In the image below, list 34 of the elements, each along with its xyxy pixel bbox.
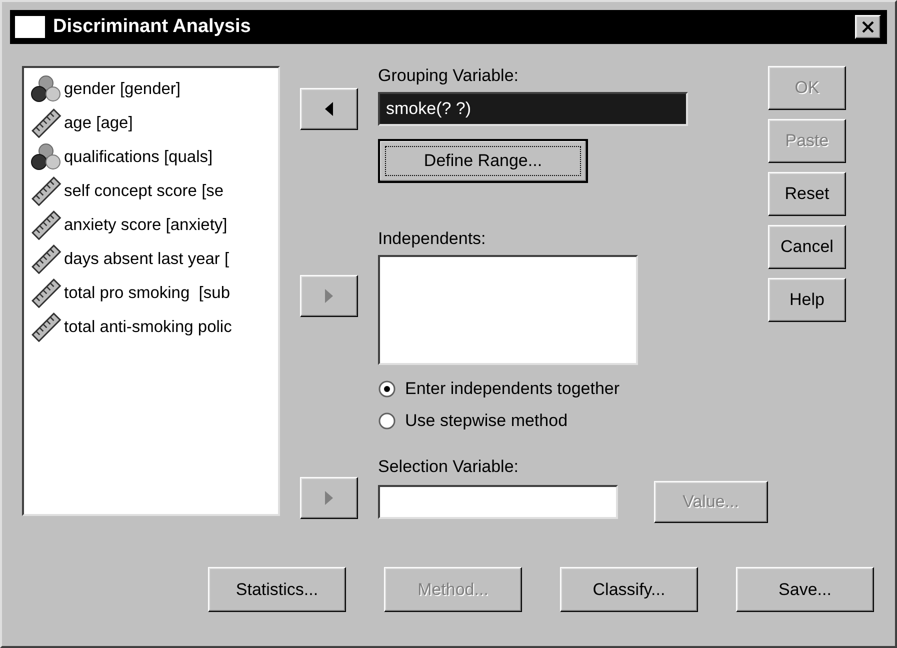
selection-variable-field[interactable]: [378, 485, 618, 519]
window-icon: [15, 16, 45, 38]
nominal-variable-icon: [29, 142, 63, 172]
dialog-button[interactable]: Statistics...: [208, 567, 346, 612]
variable-name[interactable]: self concept score [se: [64, 182, 224, 200]
independents-list[interactable]: [378, 255, 638, 365]
radio-button[interactable]: [378, 380, 396, 398]
dialog-button[interactable]: Cancel: [768, 225, 846, 269]
radio-label[interactable]: Enter independents together: [405, 379, 620, 399]
field-label: Selection Variable:: [378, 457, 520, 477]
close-button[interactable]: [855, 15, 881, 39]
dialog-button[interactable]: Reset: [768, 172, 846, 216]
nominal-variable-icon: [29, 74, 63, 104]
close-icon: [862, 21, 874, 33]
define-range-button[interactable]: Define Range...: [378, 139, 588, 183]
field-label: Grouping Variable:: [378, 66, 520, 86]
variable-list[interactable]: gender [gender] age [age] qualifications [quals] self concept score [se anxiety score [anxiety] days absent last year [ total pro smoking [sub total anti-smoking polic: [22, 66, 280, 516]
window-title: Discriminant Analysis: [53, 16, 252, 38]
variable-name[interactable]: qualifications [quals]: [64, 148, 213, 166]
dialog-button[interactable]: Help: [768, 278, 846, 322]
field-label: Independents:: [378, 229, 487, 249]
variable-name[interactable]: total pro smoking [sub: [64, 284, 230, 302]
dialog-button[interactable]: Save...: [736, 567, 874, 612]
field-value: smoke(? ?): [386, 99, 472, 119]
radio-button[interactable]: [378, 412, 396, 430]
variable-name[interactable]: days absent last year [: [64, 250, 230, 268]
move-button[interactable]: [300, 88, 358, 130]
variable-name[interactable]: total anti-smoking polic: [64, 318, 232, 336]
variable-name[interactable]: age [age]: [64, 114, 133, 132]
variable-name[interactable]: anxiety score [anxiety]: [64, 216, 228, 234]
dialog-button[interactable]: Classify...: [560, 567, 698, 612]
grouping-variable-field[interactable]: smoke(? ?): [378, 92, 688, 126]
radio-label[interactable]: Use stepwise method: [405, 411, 568, 431]
variable-name[interactable]: gender [gender]: [64, 80, 181, 98]
